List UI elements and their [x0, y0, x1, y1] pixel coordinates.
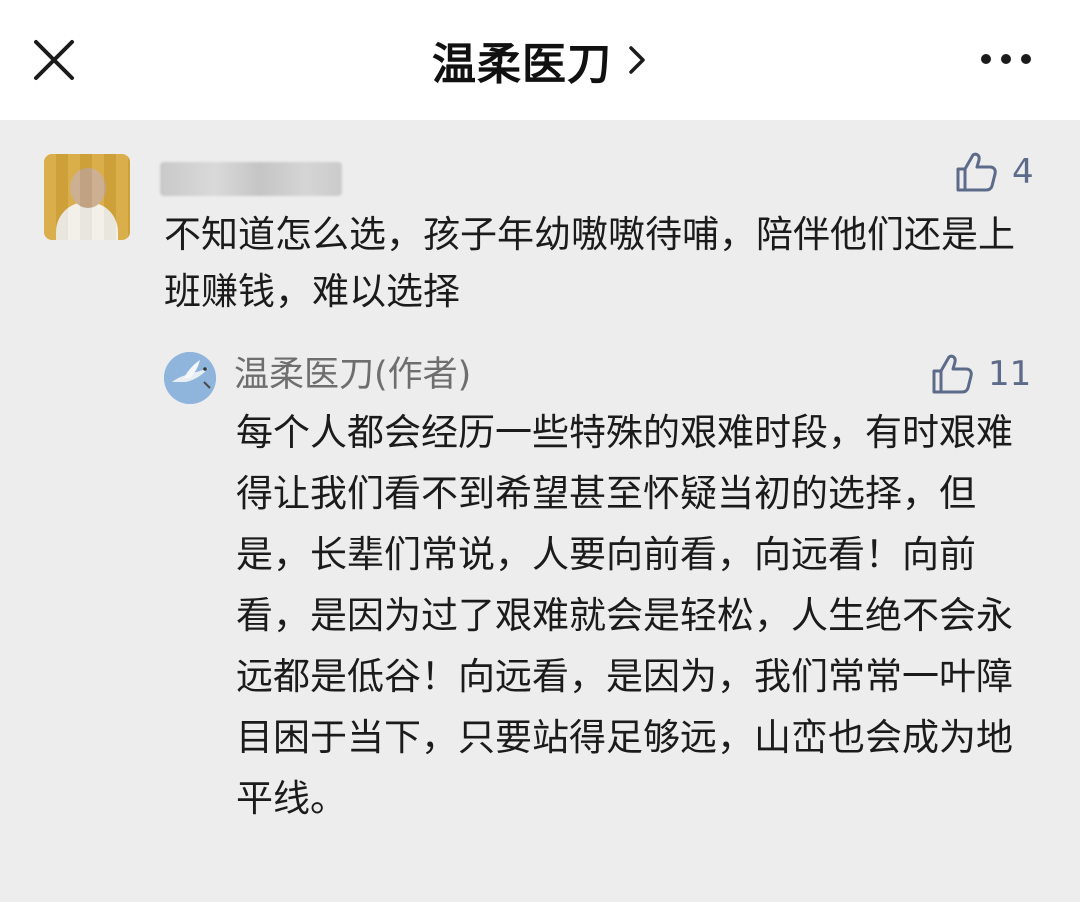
avatar-pixelation [44, 154, 130, 240]
bird-avatar[interactable] [164, 352, 216, 404]
comment-like-button[interactable]: 4 [954, 148, 1034, 196]
like-count: 4 [1012, 152, 1034, 192]
more-horizontal-icon[interactable] [976, 44, 1036, 74]
reply-like-button[interactable]: 11 [930, 350, 1031, 398]
thumbs-up-icon[interactable] [954, 150, 998, 194]
user-avatar[interactable] [44, 154, 130, 240]
top-navigation-bar: 温柔医刀 [0, 0, 1080, 120]
like-count: 11 [988, 354, 1032, 394]
commenter-name-redacted [160, 162, 342, 196]
more-button[interactable] [976, 44, 1036, 74]
reply-text: 每个人都会经历一些特殊的艰难时段，有时艰难得让我们看不到希望甚至怀疑当初的选择，… [236, 411, 1013, 820]
comment-text: 不知道怎么选，孩子年幼嗷嗷待哺，陪伴他们还是上班赚钱，难以选择 [164, 213, 1015, 313]
thumbs-up-icon[interactable] [930, 352, 974, 396]
chevron-right-icon[interactable] [626, 43, 648, 77]
reply-author[interactable]: 温柔医刀(作者) [234, 350, 471, 400]
bird-icon [164, 352, 216, 404]
account-title-link[interactable]: 温柔医刀 [0, 30, 1080, 90]
page-title[interactable]: 温柔医刀 [432, 28, 612, 92]
